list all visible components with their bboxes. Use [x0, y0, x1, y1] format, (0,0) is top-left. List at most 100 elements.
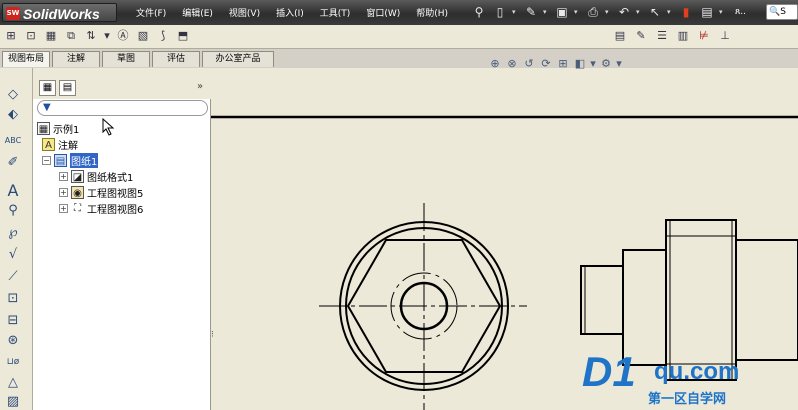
- standard-3-view-icon[interactable]: ▦: [43, 28, 59, 44]
- open-folder-icon[interactable]: ✎: [522, 3, 540, 21]
- note-icon[interactable]: A: [4, 182, 22, 200]
- spell-checker-icon[interactable]: ABC: [4, 132, 22, 150]
- section-view-icon[interactable]: ⊞: [556, 57, 570, 71]
- tree-item-sheet-format[interactable]: + ◪ 图纸格式1: [59, 169, 133, 184]
- expand-toggle-icon[interactable]: +: [59, 204, 68, 213]
- detail-view-icon[interactable]: Ⓐ: [115, 28, 131, 44]
- menu-edit[interactable]: 编辑(E): [174, 6, 221, 19]
- open-dropdown-icon[interactable]: ▾: [543, 3, 550, 21]
- tree-item-label: 示例1: [53, 125, 80, 136]
- display-dropdown-icon[interactable]: ▾: [590, 57, 596, 71]
- title-menu-bar: SW SolidWorks 文件(F) 编辑(E) 视图(V) 插入(I) 工具…: [0, 0, 798, 25]
- menu-tools[interactable]: 工具(T): [312, 6, 359, 19]
- feature-manager-panel: ▦ ▤ » ▼ ▦ 示例1 A 注解 − ▤ 图纸1 + ◪ 图纸格式1 + ◉…: [33, 68, 211, 410]
- datum-target-icon[interactable]: ⊔ø: [4, 353, 22, 371]
- section-dropdown-icon[interactable]: ▾: [103, 28, 111, 44]
- broken-view-icon[interactable]: ▧: [135, 28, 151, 44]
- tree-item-root[interactable]: ▦ 示例1: [37, 121, 79, 136]
- select-dropdown-icon[interactable]: ▾: [667, 3, 674, 21]
- drawing-icon: ▦: [37, 122, 50, 135]
- property-manager-tab-icon[interactable]: ▤: [59, 80, 76, 96]
- tree-item-sheet1[interactable]: − ▤ 图纸1: [42, 153, 99, 168]
- tree-item-view6[interactable]: + ⛶ 工程图视图6: [59, 201, 143, 216]
- hole-callout-icon[interactable]: ⊡: [4, 290, 22, 308]
- projected-view-icon[interactable]: ⊡: [23, 28, 39, 44]
- options-dropdown-icon[interactable]: ▾: [719, 3, 726, 21]
- select-pointer-icon[interactable]: ↖: [646, 3, 664, 21]
- drawing-toolbar: ⊞ ⊡ ▦ ⧉ ⇅ ▾ Ⓐ ▧ ⟆ ⬒ ▤ ✎ ☰ ▥ ⊭ ⊥: [0, 25, 798, 49]
- save-dropdown-icon[interactable]: ▾: [574, 3, 581, 21]
- revision-symbol-icon[interactable]: △: [4, 374, 22, 392]
- geometric-tolerance-icon[interactable]: ⊟: [4, 312, 22, 330]
- hide-show-items-icon[interactable]: ⚙: [599, 57, 613, 71]
- save-icon[interactable]: ▣: [553, 3, 571, 21]
- smart-dimension-icon[interactable]: ◇: [4, 86, 22, 104]
- color-display-mode-icon[interactable]: ⊥: [717, 28, 733, 44]
- heads-up-view-toolbar: ⊕ ⊗ ↺ ⟳ ⊞ ◧ ▾ ⚙ ▾: [488, 57, 622, 71]
- format-painter-icon[interactable]: ✐: [4, 154, 22, 172]
- expand-toggle-icon[interactable]: +: [59, 188, 68, 197]
- rebuild-traffic-light-icon[interactable]: ▮: [677, 3, 695, 21]
- rotate-view-icon[interactable]: ⟳: [539, 57, 553, 71]
- zoom-to-fit-icon[interactable]: ⊕: [488, 57, 502, 71]
- search-input[interactable]: 🔍S: [766, 4, 798, 20]
- menu-help[interactable]: 帮助(H): [408, 6, 456, 19]
- zoom-to-area-icon[interactable]: ⊗: [505, 57, 519, 71]
- datum-feature-icon[interactable]: ⊛: [4, 332, 22, 350]
- pin-icon[interactable]: ⚲: [470, 3, 488, 21]
- menu-window[interactable]: 窗口(W): [358, 6, 408, 19]
- model-view-icon[interactable]: ⊞: [3, 28, 19, 44]
- expand-toggle-icon[interactable]: +: [59, 172, 68, 181]
- tab-evaluate[interactable]: 评估: [152, 51, 200, 67]
- tab-annotation[interactable]: 注解: [52, 51, 100, 67]
- options-icon[interactable]: ▤: [698, 3, 716, 21]
- collapse-toggle-icon[interactable]: −: [42, 156, 51, 165]
- tab-view-layout[interactable]: 视图布局: [2, 51, 50, 67]
- print-dropdown-icon[interactable]: ▾: [605, 3, 612, 21]
- balloon-icon[interactable]: ⚲: [4, 202, 22, 220]
- watermark-chinese: 第一区自学网: [648, 392, 727, 407]
- filter-icon: ▼: [43, 102, 51, 113]
- crop-view-icon[interactable]: ⬒: [175, 28, 191, 44]
- weld-symbol-icon[interactable]: ⟋: [4, 268, 22, 286]
- annotation-icon: A: [42, 138, 55, 151]
- sheet-format-icon: ◪: [71, 170, 84, 183]
- tree-item-label: 图纸格式1: [87, 173, 134, 184]
- collapse-panel-icon[interactable]: »: [197, 81, 203, 92]
- auxiliary-view-icon[interactable]: ⧉: [63, 28, 79, 44]
- app-title: SolidWorks: [23, 6, 100, 22]
- area-hatch-icon[interactable]: ▨: [4, 393, 22, 410]
- tab-sketch[interactable]: 草图: [102, 51, 150, 67]
- solidworks-logo[interactable]: SW SolidWorks: [2, 3, 117, 22]
- feature-filter-input[interactable]: ▼: [37, 100, 208, 116]
- new-dropdown-icon[interactable]: ▾: [512, 3, 519, 21]
- menu-file[interactable]: 文件(F): [128, 6, 174, 19]
- panel-splitter-handle[interactable]: ⁝: [211, 330, 219, 350]
- new-document-icon[interactable]: ▯: [491, 3, 509, 21]
- menu-view[interactable]: 视图(V): [221, 6, 268, 19]
- line-thickness-icon[interactable]: ☰: [654, 28, 670, 44]
- line-color-icon[interactable]: ✎: [633, 28, 649, 44]
- line-style-icon[interactable]: ▥: [675, 28, 691, 44]
- undo-icon[interactable]: ↶: [615, 3, 633, 21]
- feature-manager-tabs: ▦ ▤ »: [33, 68, 211, 99]
- print-icon[interactable]: ⎙: [584, 3, 602, 21]
- hide-show-dropdown-icon[interactable]: ▾: [616, 57, 622, 71]
- hide-show-edges-icon[interactable]: ⊭: [696, 28, 712, 44]
- tree-item-view5[interactable]: + ◉ 工程图视图5: [59, 185, 143, 200]
- section-view-icon[interactable]: ⇅: [83, 28, 99, 44]
- display-style-icon[interactable]: ◧: [573, 57, 587, 71]
- menu-insert[interactable]: 插入(I): [268, 6, 312, 19]
- layer-properties-icon[interactable]: ▤: [612, 28, 628, 44]
- tree-item-annotations[interactable]: A 注解: [42, 137, 78, 152]
- break-out-section-icon[interactable]: ⟆: [155, 28, 171, 44]
- model-items-icon[interactable]: ⬖: [4, 106, 22, 124]
- undo-dropdown-icon[interactable]: ▾: [636, 3, 643, 21]
- surface-finish-icon[interactable]: √: [4, 246, 22, 264]
- feature-tree-tab-icon[interactable]: ▦: [39, 80, 56, 96]
- toolbar-overflow-text[interactable]: ጸ..: [735, 7, 746, 17]
- auto-balloon-icon[interactable]: ℘: [4, 224, 22, 242]
- previous-view-icon[interactable]: ↺: [522, 57, 536, 71]
- drawing-view-front[interactable]: [319, 203, 527, 410]
- tab-office-products[interactable]: 办公室产品: [202, 51, 274, 67]
